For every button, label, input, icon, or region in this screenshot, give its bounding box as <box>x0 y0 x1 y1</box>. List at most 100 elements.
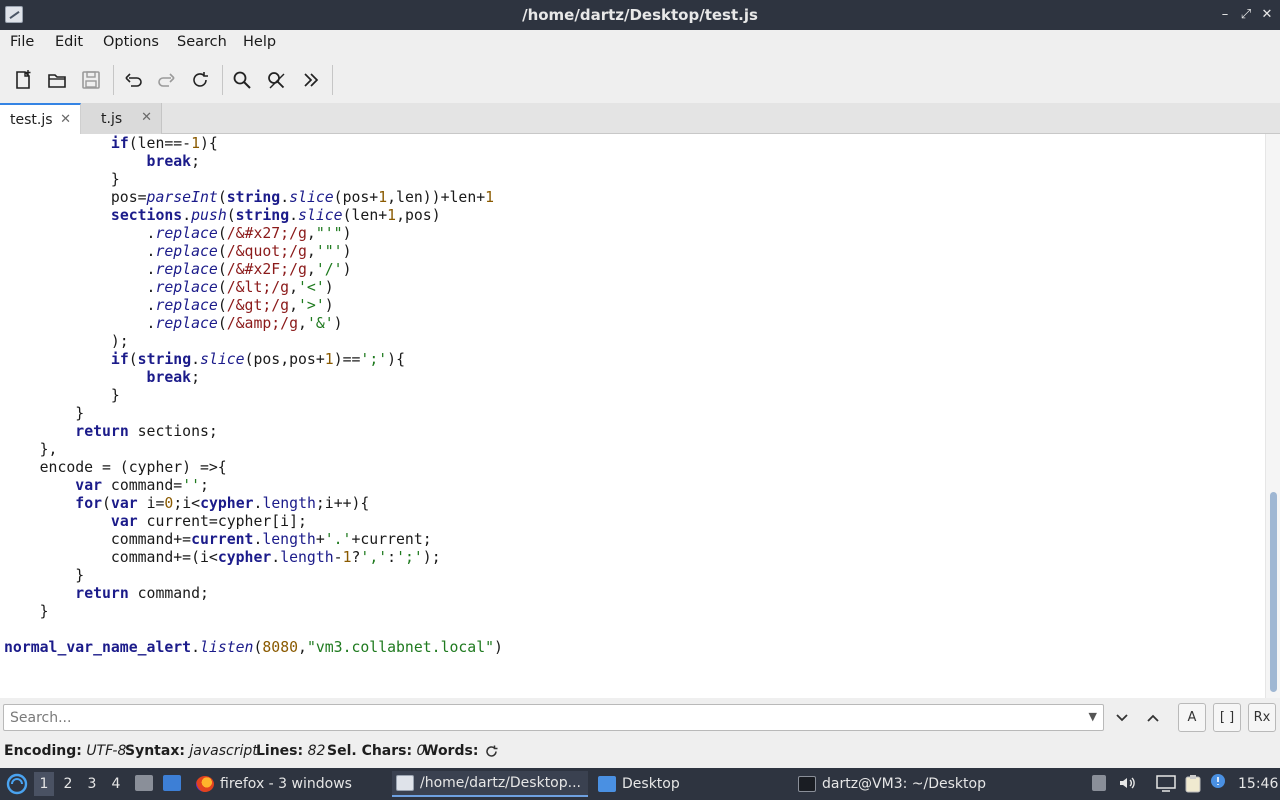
sel-chars-label: Sel. Chars: <box>327 743 413 759</box>
system-tray-indicator[interactable] <box>1092 775 1106 795</box>
save-icon <box>82 71 100 89</box>
task-firefox[interactable]: firefox - 3 windows <box>192 771 382 797</box>
tab-label: t.js <box>101 110 123 127</box>
menu-edit[interactable]: Edit <box>55 34 83 50</box>
code-text: if(len==-1){ break; } pos=parseInt(strin… <box>4 135 503 657</box>
tab-close-icon[interactable]: ✕ <box>60 112 71 127</box>
close-window-button[interactable]: ✕ <box>1260 7 1274 22</box>
text-editor-icon <box>396 775 414 791</box>
menu-file[interactable]: File <box>10 34 34 50</box>
code-line: for(var i=0;i<cypher.length;i++){ <box>75 495 370 512</box>
save-button[interactable] <box>77 66 105 94</box>
code-editor[interactable]: if(len==-1){ break; } pos=parseInt(strin… <box>0 134 1280 698</box>
vertical-scrollbar[interactable] <box>1265 134 1280 698</box>
redo-icon <box>158 73 175 87</box>
clipboard-button[interactable] <box>1184 774 1202 797</box>
go-to-line-button[interactable] <box>297 66 325 94</box>
new-file-icon <box>16 70 31 89</box>
find-replace-icon <box>268 72 285 89</box>
tab-t-js[interactable]: t.js ✕ <box>81 103 162 134</box>
status-words: Words: <box>423 743 478 759</box>
tab-label: test.js <box>10 111 53 128</box>
find-previous-button[interactable] <box>1140 705 1166 731</box>
regex-button[interactable]: Rx <box>1248 703 1276 732</box>
menu-search[interactable]: Search <box>177 34 227 50</box>
title-bar: /home/dartz/Desktop/test.js – ⤢ ✕ <box>0 0 1280 30</box>
match-case-button[interactable]: A <box>1178 703 1206 732</box>
code-line: .replace(/&quot;/g,'"') <box>4 243 352 260</box>
workspace-1[interactable]: 1 <box>34 772 54 796</box>
code-line: .replace(/&#x2F;/g,'/') <box>4 261 352 278</box>
syntax-value: javascript <box>189 743 258 759</box>
network-button[interactable] <box>1156 775 1176 796</box>
status-syntax: Syntax: javascript <box>125 743 258 759</box>
code-line: } <box>4 567 85 584</box>
chevron-down-icon[interactable]: ▼ <box>1089 710 1097 723</box>
reload-button[interactable] <box>186 66 214 94</box>
new-file-button[interactable] <box>9 66 37 94</box>
folder-icon <box>598 776 616 792</box>
undo-button[interactable] <box>119 66 147 94</box>
file-manager-launcher[interactable] <box>135 775 153 795</box>
refresh-words-button[interactable] <box>484 744 499 763</box>
folder-open-icon <box>48 74 66 88</box>
task-label: Desktop <box>622 776 680 792</box>
lines-value: 82 <box>307 743 326 759</box>
chevron-down-icon <box>1116 714 1128 722</box>
regex-icon: Rx <box>1253 710 1271 725</box>
code-line: } <box>4 405 85 422</box>
code-line: var current=cypher[i]; <box>110 513 307 530</box>
desktop-icon <box>163 775 181 791</box>
find-replace-button[interactable] <box>263 66 291 94</box>
volume-button[interactable] <box>1118 774 1136 796</box>
status-encoding: Encoding: UTF-8 <box>4 743 126 759</box>
code-line: .replace(/&lt;/g,'<') <box>4 279 334 296</box>
workspace-4[interactable]: 4 <box>106 776 126 792</box>
workspace-3[interactable]: 3 <box>82 776 102 792</box>
updates-button[interactable] <box>1210 773 1226 793</box>
code-line: } <box>4 387 120 404</box>
drive-icon <box>135 775 153 791</box>
status-bar: Encoding: UTF-8 Syntax: javascript Lines… <box>0 738 1280 766</box>
whole-word-button[interactable]: [ ] <box>1213 703 1241 732</box>
find-button[interactable] <box>228 66 256 94</box>
search-bar: Search... ▼ A [ ] Rx <box>0 698 1280 738</box>
show-desktop-launcher[interactable] <box>163 775 181 795</box>
words-label: Words: <box>423 743 479 759</box>
task-text-editor[interactable]: /home/dartz/Desktop... <box>392 771 588 797</box>
code-line: break; <box>146 369 201 386</box>
maximize-button[interactable]: ⤢ <box>1239 7 1253 22</box>
task-label: /home/dartz/Desktop... <box>420 775 581 791</box>
code-line: if(string.slice(pos,pos+1)==';'){ <box>110 351 405 368</box>
task-label: firefox - 3 windows <box>220 776 352 792</box>
menu-bar: File Edit Options Search Help <box>0 30 1280 57</box>
task-terminal[interactable]: dartz@VM3: ~/Desktop <box>794 771 1024 797</box>
workspace-2[interactable]: 2 <box>58 776 78 792</box>
tab-test-js[interactable]: test.js ✕ <box>0 103 81 134</box>
minimize-button[interactable]: – <box>1218 7 1232 22</box>
task-desktop-folder[interactable]: Desktop <box>594 771 784 797</box>
code-line: sections.push(string.slice(len+1,pos) <box>110 207 441 224</box>
code-line: ); <box>4 333 129 350</box>
find-next-button[interactable] <box>1109 705 1135 731</box>
clock[interactable]: 15:46 <box>1238 776 1278 792</box>
code-line: pos=parseInt(string.slice(pos+1,len))+le… <box>4 189 495 206</box>
tray-icon <box>1092 775 1106 791</box>
toolbar-separator <box>113 65 114 95</box>
toolbar-separator <box>332 65 333 95</box>
status-lines: Lines: 82 <box>256 743 325 759</box>
menu-options[interactable]: Options <box>103 34 159 50</box>
menu-help[interactable]: Help <box>243 34 276 50</box>
start-menu-button[interactable] <box>6 773 28 799</box>
open-file-button[interactable] <box>43 66 71 94</box>
redo-button[interactable] <box>153 66 181 94</box>
scrollbar-thumb[interactable] <box>1270 492 1277 692</box>
network-icon <box>1156 775 1176 792</box>
tab-close-icon[interactable]: ✕ <box>141 110 152 125</box>
code-line: command+=current.length+'.'+current; <box>4 531 432 548</box>
toolbar-separator <box>222 65 223 95</box>
code-line: .replace(/&gt;/g,'>') <box>4 297 334 314</box>
search-input[interactable]: Search... ▼ <box>3 704 1104 731</box>
reload-icon <box>193 72 208 87</box>
lines-label: Lines: <box>256 743 304 759</box>
